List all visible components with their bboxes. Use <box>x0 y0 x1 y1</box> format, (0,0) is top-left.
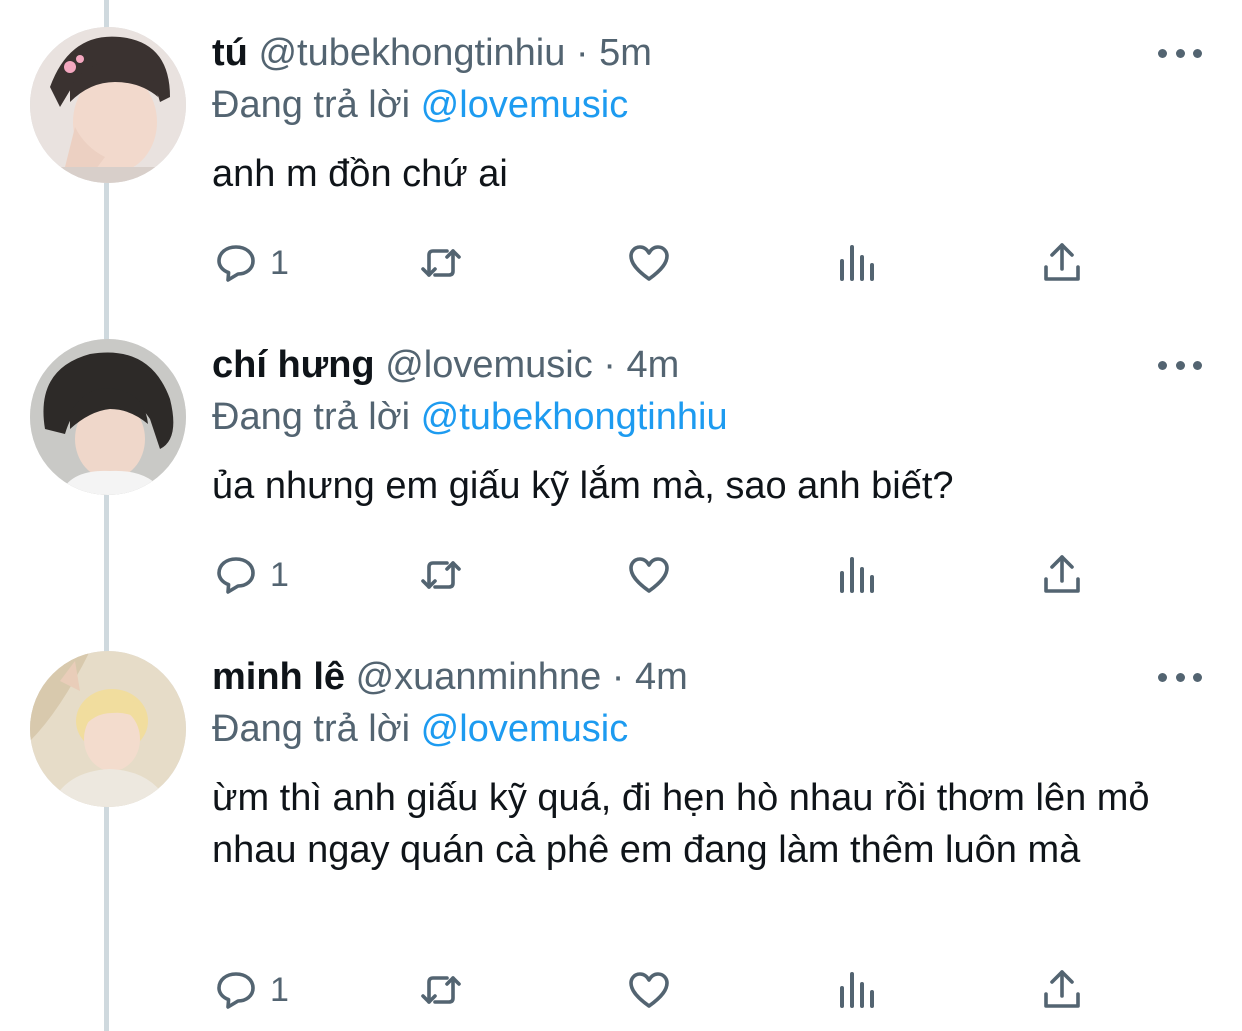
retweet-icon <box>421 249 461 277</box>
replying-to-label: Đang trả lời <box>212 396 411 438</box>
reply-mention-link[interactable]: @lovemusic <box>421 708 629 750</box>
replying-to-label: Đang trả lời <box>212 84 411 126</box>
like-button[interactable] <box>625 965 673 1015</box>
views-icon <box>840 557 874 593</box>
reply-mention-link[interactable]: @lovemusic <box>421 84 629 126</box>
retweet-button[interactable] <box>417 238 465 288</box>
more-icon[interactable] <box>1158 667 1202 687</box>
avatar[interactable] <box>30 651 186 807</box>
retweet-button[interactable] <box>417 965 465 1015</box>
views-icon <box>840 245 874 281</box>
user-handle[interactable]: @lovemusic <box>385 344 593 386</box>
separator: · <box>611 656 625 698</box>
like-button[interactable] <box>625 238 673 288</box>
like-icon <box>629 557 669 593</box>
timestamp[interactable]: 4m <box>626 344 679 386</box>
retweet-icon <box>421 976 461 1004</box>
avatar[interactable] <box>30 339 186 495</box>
user-name[interactable]: minh lê <box>212 656 345 698</box>
like-icon <box>629 245 669 281</box>
like-button[interactable] <box>625 550 673 600</box>
user-handle[interactable]: @tubekhongtinhiu <box>258 32 565 74</box>
separator: · <box>575 32 589 74</box>
tweet-text: ủa nhưng em giấu kỹ lắm mà, sao anh biết… <box>212 465 954 507</box>
retweet-icon <box>421 561 461 589</box>
reply-icon <box>217 557 255 594</box>
views-button[interactable] <box>832 238 880 288</box>
views-button[interactable] <box>832 550 880 600</box>
reply-button[interactable]: 1 <box>212 238 289 288</box>
replying-to-label: Đang trả lời <box>212 708 411 750</box>
reply-button[interactable]: 1 <box>212 550 289 600</box>
reply-count: 1 <box>270 555 289 594</box>
share-icon <box>1044 243 1080 281</box>
user-name[interactable]: chí hưng <box>212 344 375 386</box>
retweet-button[interactable] <box>417 550 465 600</box>
share-icon <box>1044 970 1080 1008</box>
user-handle[interactable]: @xuanminhne <box>356 656 602 698</box>
share-button[interactable] <box>1038 238 1086 288</box>
share-button[interactable] <box>1038 550 1086 600</box>
reply-icon <box>217 972 255 1009</box>
avatar[interactable] <box>30 27 186 183</box>
timestamp[interactable]: 4m <box>635 656 688 698</box>
reply-count: 1 <box>270 243 289 282</box>
more-icon[interactable] <box>1158 43 1202 63</box>
reply-button[interactable]: 1 <box>212 965 289 1015</box>
views-button[interactable] <box>832 965 880 1015</box>
like-icon <box>629 972 669 1008</box>
views-icon <box>840 972 874 1008</box>
separator: · <box>603 344 616 386</box>
timestamp[interactable]: 5m <box>599 32 652 74</box>
reply-count: 1 <box>270 970 289 1009</box>
more-icon[interactable] <box>1158 355 1202 375</box>
user-name[interactable]: tú <box>212 32 248 74</box>
share-button[interactable] <box>1038 965 1086 1015</box>
share-icon <box>1044 555 1080 593</box>
reply-mention-link[interactable]: @tubekhongtinhiu <box>421 396 728 438</box>
tweet-text: anh m đồn chứ ai <box>212 153 508 195</box>
reply-icon <box>217 245 255 282</box>
tweet-text: ừm thì anh giấu kỹ quá, đi hẹn hò nhau r… <box>212 777 1150 871</box>
